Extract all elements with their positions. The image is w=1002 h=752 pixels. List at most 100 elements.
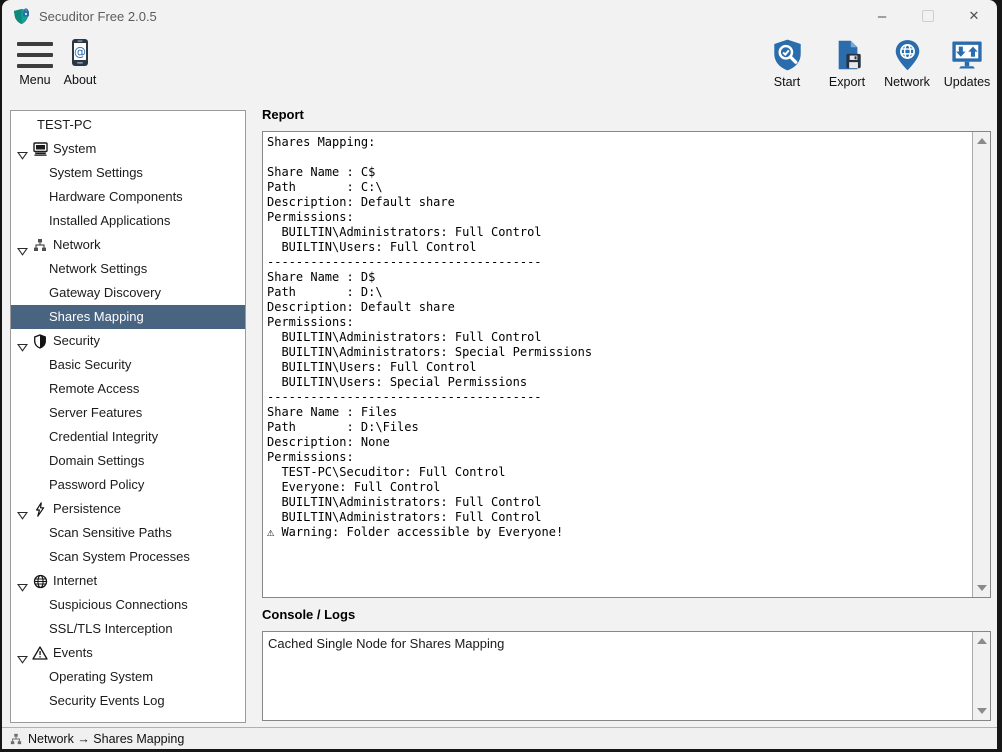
tree-item-label: Scan System Processes	[49, 545, 190, 569]
start-icon	[771, 38, 804, 72]
export-icon	[831, 38, 864, 72]
export-label: Export	[829, 75, 865, 89]
tree-category-events[interactable]: Events	[11, 641, 245, 665]
tree-item-label: Gateway Discovery	[49, 281, 161, 305]
network-label: Network	[884, 75, 930, 89]
tree-item-shares-mapping[interactable]: Shares Mapping	[11, 305, 245, 329]
minimize-button[interactable]: –	[859, 0, 905, 32]
menu-label: Menu	[19, 73, 50, 87]
tree-item-domain-settings[interactable]: Domain Settings	[11, 449, 245, 473]
start-button[interactable]: Start	[761, 38, 813, 89]
tree-item-credential-integrity[interactable]: Credential Integrity	[11, 425, 245, 449]
tree-item-label: Shares Mapping	[49, 305, 144, 329]
tree-category-security[interactable]: Security	[11, 329, 245, 353]
console-scrollbar[interactable]	[972, 632, 990, 720]
tree-item-suspicious-connections[interactable]: Suspicious Connections	[11, 593, 245, 617]
tree-category-label: Network	[53, 233, 101, 257]
report-text: Shares Mapping: Share Name : C$ Path : C…	[263, 132, 972, 597]
tree-category-label: System	[53, 137, 96, 161]
tree-category-label: Events	[53, 641, 93, 665]
scroll-up-icon[interactable]	[977, 138, 987, 144]
about-label: About	[64, 73, 97, 87]
tree-item-label: Credential Integrity	[49, 425, 158, 449]
tree-category-label: Internet	[53, 569, 97, 593]
about-button[interactable]: @ About	[58, 38, 102, 87]
tree-item-ssl-tls-interception[interactable]: SSL/TLS Interception	[11, 617, 245, 641]
tree-item-label: Server Features	[49, 401, 142, 425]
window-title: Secuditor Free 2.0.5	[39, 9, 157, 24]
status-bar: Network → Shares Mapping	[2, 727, 997, 749]
menu-button[interactable]: Menu	[10, 40, 60, 87]
svg-text:@: @	[74, 45, 86, 59]
tree-item-gateway-discovery[interactable]: Gateway Discovery	[11, 281, 245, 305]
tree-category-persistence[interactable]: Persistence	[11, 497, 245, 521]
scroll-up-icon[interactable]	[977, 638, 987, 644]
network-nodes-icon	[32, 237, 48, 253]
tree-category-network[interactable]: Network	[11, 233, 245, 257]
tree-item-label: Operating System	[49, 665, 153, 689]
tree-item-label: Basic Security	[49, 353, 131, 377]
tree-item-system-settings[interactable]: System Settings	[11, 161, 245, 185]
export-button[interactable]: Export	[821, 38, 873, 89]
menu-icon	[17, 40, 53, 70]
tree-node-label: TEST-PC	[37, 113, 92, 137]
globe-icon	[32, 573, 48, 589]
console-pane-title: Console / Logs	[262, 607, 355, 622]
maximize-icon	[922, 10, 934, 22]
tree-item-label: Security Events Log	[49, 689, 165, 713]
tree-root-node[interactable]: TEST-PC	[11, 113, 245, 137]
tree-item-hardware-components[interactable]: Hardware Components	[11, 185, 245, 209]
updates-label: Updates	[944, 75, 991, 89]
app-window: Secuditor Free 2.0.5 – ✕ Menu @ About St…	[2, 0, 997, 749]
sidebar-tree: TEST-PCSystemSystem SettingsHardware Com…	[10, 110, 246, 723]
tree-item-label: System Settings	[49, 161, 143, 185]
tree-category-internet[interactable]: Internet	[11, 569, 245, 593]
tree-item-label: Hardware Components	[49, 185, 183, 209]
tree-item-scan-sensitive-paths[interactable]: Scan Sensitive Paths	[11, 521, 245, 545]
start-label: Start	[774, 75, 800, 89]
status-text: Network → Shares Mapping	[28, 732, 184, 746]
tree-item-label: Password Policy	[49, 473, 144, 497]
title-bar: Secuditor Free 2.0.5 – ✕	[2, 0, 997, 32]
tree-item-installed-applications[interactable]: Installed Applications	[11, 209, 245, 233]
toolbar-right-group: Start Export Network Updates	[761, 38, 993, 89]
computer-icon	[32, 141, 48, 157]
tree-item-scan-system-processes[interactable]: Scan System Processes	[11, 545, 245, 569]
tree-item-security-events-log[interactable]: Security Events Log	[11, 689, 245, 713]
report-textarea[interactable]: Shares Mapping: Share Name : C$ Path : C…	[262, 131, 991, 598]
maximize-button[interactable]	[905, 0, 951, 32]
scroll-down-icon[interactable]	[977, 708, 987, 714]
tree-category-system[interactable]: System	[11, 137, 245, 161]
close-button[interactable]: ✕	[951, 0, 997, 32]
tree-item-label: Domain Settings	[49, 449, 144, 473]
tree-item-password-policy[interactable]: Password Policy	[11, 473, 245, 497]
tree-item-label: Network Settings	[49, 257, 147, 281]
tree-item-label: Suspicious Connections	[49, 593, 188, 617]
tree-item-label: Scan Sensitive Paths	[49, 521, 172, 545]
about-icon: @	[68, 38, 92, 70]
updates-button[interactable]: Updates	[941, 38, 993, 89]
tree-item-basic-security[interactable]: Basic Security	[11, 353, 245, 377]
statusbar-network-icon	[10, 733, 22, 745]
updates-icon	[949, 38, 985, 72]
lightning-icon	[32, 501, 48, 517]
warning-icon	[32, 645, 48, 661]
console-text: Cached Single Node for Shares Mapping	[263, 632, 972, 720]
tree-item-label: SSL/TLS Interception	[49, 617, 173, 641]
report-scrollbar[interactable]	[972, 132, 990, 597]
tree-item-network-settings[interactable]: Network Settings	[11, 257, 245, 281]
app-shield-icon	[12, 7, 32, 26]
network-pin-icon	[891, 38, 924, 72]
tree-category-label: Persistence	[53, 497, 121, 521]
tree-item-label: Remote Access	[49, 377, 139, 401]
console-textarea[interactable]: Cached Single Node for Shares Mapping	[262, 631, 991, 721]
tree-item-label: Installed Applications	[49, 209, 170, 233]
tree-item-remote-access[interactable]: Remote Access	[11, 377, 245, 401]
network-button[interactable]: Network	[881, 38, 933, 89]
half-shield-icon	[32, 333, 48, 349]
scroll-down-icon[interactable]	[977, 585, 987, 591]
tree-category-label: Security	[53, 329, 100, 353]
tree-item-server-features[interactable]: Server Features	[11, 401, 245, 425]
report-pane-title: Report	[262, 107, 304, 122]
tree-item-operating-system[interactable]: Operating System	[11, 665, 245, 689]
